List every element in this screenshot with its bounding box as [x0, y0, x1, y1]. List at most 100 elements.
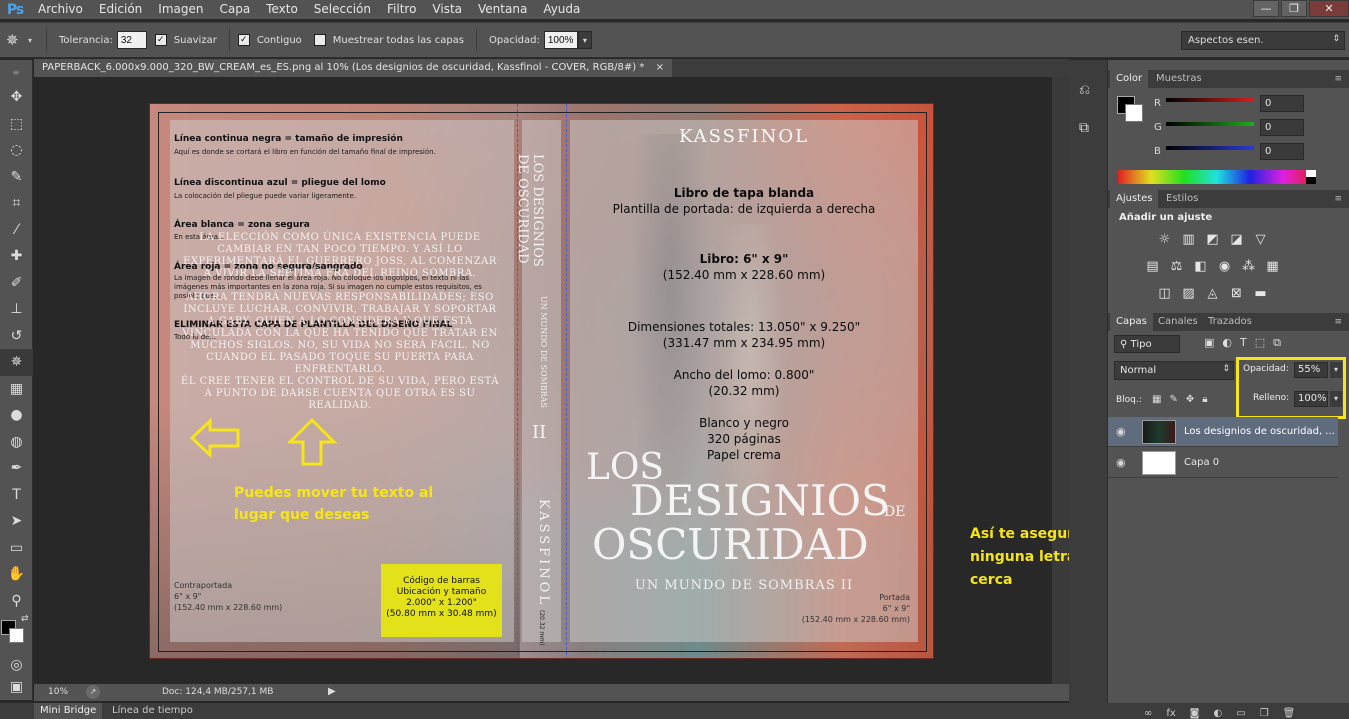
tab-color[interactable]: Color [1110, 70, 1149, 88]
menu-ventana[interactable]: Ventana [470, 0, 535, 19]
type-icon[interactable]: T [0, 482, 33, 509]
tool-preset-chevron-icon[interactable]: ▾ [28, 36, 32, 45]
document-canvas[interactable]: Línea continua negra = tamaño de impresi… [149, 103, 934, 659]
dodge-icon[interactable]: ◍ [0, 429, 33, 456]
eye-icon[interactable]: ◉ [1116, 456, 1126, 469]
history-panel-icon[interactable]: ⎌ [1079, 82, 1097, 100]
hand-icon[interactable]: ✋ [0, 561, 33, 588]
lock-all-icon[interactable]: 🔒︎ [1202, 394, 1207, 408]
vibrance-icon[interactable]: ▽ [1252, 232, 1269, 247]
toolbox-grip-icon[interactable]: ≡ [0, 60, 32, 84]
close-tab-icon[interactable]: × [656, 62, 664, 73]
brush-icon[interactable]: ✐ [0, 270, 33, 297]
gradient-map-icon[interactable]: ▬ [1252, 286, 1269, 301]
tab-channels[interactable]: Canales [1152, 313, 1204, 331]
eye-icon[interactable]: ◉ [1116, 425, 1126, 438]
quick-select-icon[interactable]: ✎ [0, 164, 33, 191]
stamp-icon[interactable]: ⊥ [0, 296, 33, 323]
tab-adjustments[interactable]: Ajustes [1110, 190, 1159, 208]
healing-icon[interactable]: ✚ [0, 243, 33, 270]
opacity-input[interactable] [543, 31, 578, 49]
shape-icon[interactable]: ▭ [0, 535, 33, 562]
tab-mini-bridge[interactable]: Mini Bridge [34, 703, 103, 719]
photo-filter-icon[interactable]: ◉ [1216, 259, 1233, 274]
minimize-button[interactable]: — [1253, 0, 1279, 17]
channel-mixer-icon[interactable]: ⁂ [1240, 259, 1257, 274]
workspace-select[interactable]: Aspectos esen. ⇕ [1181, 31, 1345, 50]
blur-icon[interactable]: ● [0, 402, 33, 429]
hue-saturation-icon[interactable]: ▤ [1144, 259, 1161, 274]
gradient-icon[interactable]: ▦ [0, 376, 33, 403]
color-balance-icon[interactable]: ⚖ [1168, 259, 1185, 274]
move-icon[interactable]: ✥ [0, 84, 33, 111]
opacity-dropdown-icon[interactable]: ▾ [577, 31, 592, 49]
menu-edicion[interactable]: Edición [91, 0, 150, 19]
zoom-level[interactable]: 10% [48, 687, 68, 697]
smart-filter-icon[interactable]: ⧉ [1273, 336, 1281, 352]
fill-input[interactable]: 100% [1294, 391, 1328, 407]
exposure-icon[interactable]: ◪ [1228, 232, 1245, 247]
trash-icon[interactable]: 🗑︎ [1283, 708, 1296, 719]
new-layer-icon[interactable]: ❐ [1260, 708, 1269, 719]
zoom-icon[interactable]: ⚲ [0, 588, 33, 615]
crop-icon[interactable]: ⌗ [0, 190, 33, 217]
layer-name[interactable]: Capa 0 [1184, 457, 1219, 468]
background-color-swatch[interactable] [9, 628, 24, 643]
r-value[interactable]: 0 [1260, 95, 1304, 112]
restore-button[interactable]: ❐ [1281, 0, 1307, 17]
menu-archivo[interactable]: Archivo [30, 0, 91, 19]
posterize-icon[interactable]: ▨ [1180, 286, 1197, 301]
contiguous-checkbox[interactable]: ✓ [237, 34, 250, 46]
lock-position-icon[interactable]: ✥ [1186, 394, 1194, 408]
share-icon[interactable]: ↗ [86, 685, 100, 699]
menu-seleccion[interactable]: Selección [306, 0, 379, 19]
menu-ayuda[interactable]: Ayuda [535, 0, 588, 19]
threshold-icon[interactable]: ◬ [1204, 286, 1221, 301]
screen-mode-icon[interactable]: ▣ [0, 676, 33, 698]
close-button[interactable]: ✕ [1309, 0, 1349, 17]
black-white-ramp[interactable] [1306, 170, 1316, 184]
r-slider[interactable] [1166, 98, 1254, 102]
color-lookup-icon[interactable]: ▦ [1264, 259, 1281, 274]
menu-vista[interactable]: Vista [424, 0, 470, 19]
b-value[interactable]: 0 [1260, 143, 1304, 160]
tab-timeline[interactable]: Línea de tiempo [106, 703, 199, 719]
tab-styles[interactable]: Estilos [1160, 190, 1204, 208]
panel-menu-icon[interactable]: ≡ [1328, 313, 1348, 331]
adjustment-filter-icon[interactable]: ◐ [1222, 336, 1232, 352]
marquee-icon[interactable]: ⬚ [0, 111, 33, 138]
magic-wand-tool-icon[interactable]: ✵ [0, 349, 33, 376]
vertical-scrollbar[interactable] [1052, 77, 1069, 684]
selective-color-icon[interactable]: ⊠ [1228, 286, 1245, 301]
panel-menu-icon[interactable]: ≡ [1328, 70, 1348, 88]
tab-swatches[interactable]: Muestras [1150, 70, 1208, 88]
background-color-swatch[interactable] [1125, 104, 1143, 122]
layer-filter-select[interactable]: ⚲ Tipo [1114, 335, 1180, 353]
curves-icon[interactable]: ◩ [1204, 232, 1221, 247]
black-white-icon[interactable]: ◧ [1192, 259, 1209, 274]
menu-imagen[interactable]: Imagen [150, 0, 211, 19]
smooth-checkbox[interactable]: ✓ [154, 34, 167, 46]
invert-icon[interactable]: ◫ [1156, 286, 1173, 301]
opacity-dropdown-icon[interactable]: ▾ [1330, 362, 1342, 378]
lock-pixels-icon[interactable]: ✎ [1169, 394, 1177, 408]
layer-name[interactable]: Los designios de oscuridad, ... [1184, 426, 1335, 437]
status-menu-arrow-icon[interactable]: ▶ [328, 686, 336, 697]
tab-layers[interactable]: Capas [1110, 313, 1153, 331]
layer-opacity-input[interactable]: 55% [1294, 362, 1328, 378]
layer-row-selected[interactable]: ◉ Los designios de oscuridad, ... [1108, 417, 1338, 447]
menu-filtro[interactable]: Filtro [379, 0, 424, 19]
link-icon[interactable]: ∞ [1144, 708, 1152, 719]
document-tab[interactable]: PAPERBACK_6.000x9.000_320_BW_CREAM_es_ES… [34, 59, 672, 77]
folder-icon[interactable]: ▭ [1236, 708, 1245, 719]
tolerance-input[interactable] [116, 31, 147, 49]
menu-texto[interactable]: Texto [258, 0, 306, 19]
b-slider[interactable] [1166, 146, 1254, 150]
history-brush-icon[interactable]: ↺ [0, 323, 33, 350]
properties-panel-icon[interactable]: ⧉ [1079, 120, 1097, 138]
path-select-icon[interactable]: ➤ [0, 508, 33, 535]
pen-icon[interactable]: ✒ [0, 455, 33, 482]
magic-wand-icon[interactable]: ✵ [6, 31, 28, 49]
tab-paths[interactable]: Trazados [1202, 313, 1258, 331]
blend-mode-select[interactable]: Normal ⇕ [1114, 361, 1234, 380]
